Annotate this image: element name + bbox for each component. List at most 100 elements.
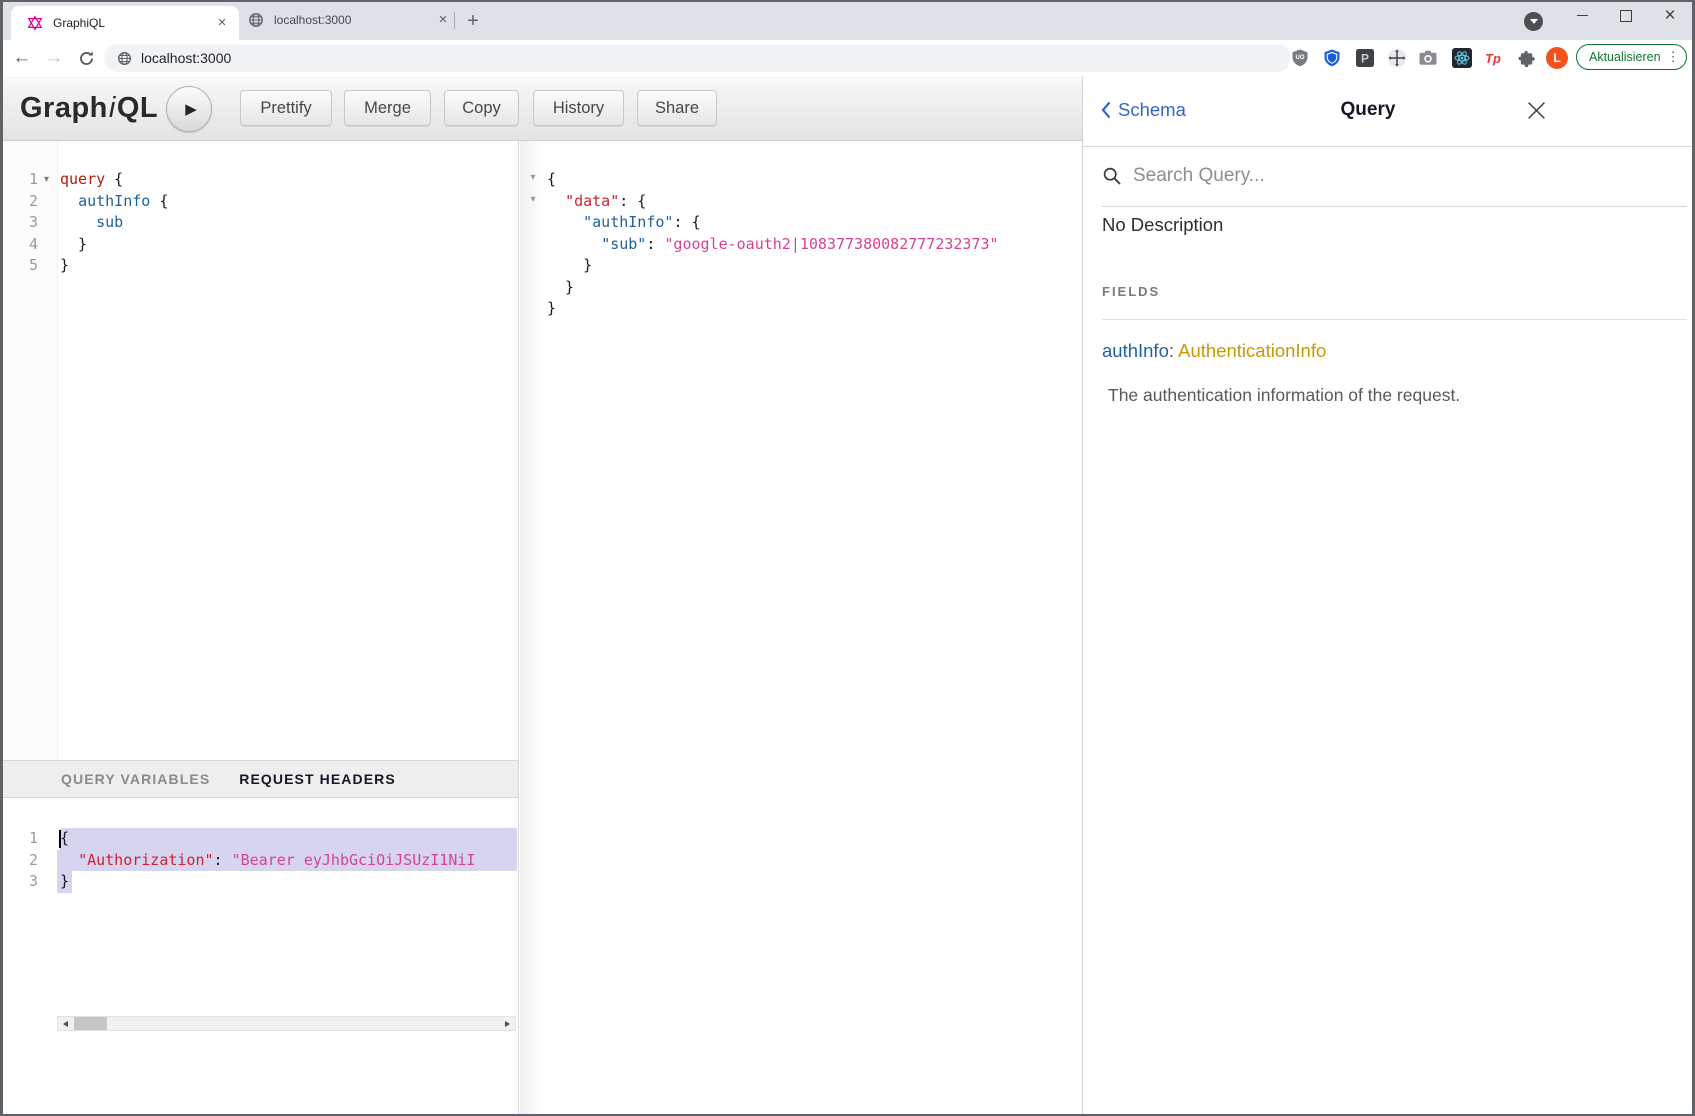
tab-close-icon[interactable]: × <box>434 11 452 29</box>
code-line: "authInfo": { <box>544 212 1081 234</box>
p-extension-icon[interactable]: P <box>1355 48 1375 68</box>
scroll-right-arrow-icon[interactable] <box>500 1017 515 1030</box>
prettify-button[interactable]: Prettify <box>240 90 332 126</box>
forward-button[interactable]: → <box>40 40 68 76</box>
svg-text:UO: UO <box>1296 55 1305 61</box>
text-cursor <box>59 830 61 849</box>
fold-arrow-icon[interactable]: ▾ <box>526 194 540 205</box>
browser-toolbar: ← → localhost:3000 UO P Tp <box>0 40 1695 77</box>
back-button[interactable]: ← <box>8 40 36 76</box>
browser-window: GraphiQL × localhost:3000 × + × ← → <box>0 0 1695 1116</box>
doc-explorer-header: Schema Query <box>1083 76 1695 147</box>
play-icon: ▶ <box>185 100 197 118</box>
tab-search-caret-icon[interactable] <box>1524 12 1543 31</box>
line-number: 5 <box>0 255 38 277</box>
maximize-button[interactable] <box>1604 0 1648 31</box>
code-line: } <box>544 277 1081 299</box>
scrollbar-thumb[interactable] <box>74 1017 107 1030</box>
camera-extension-icon[interactable] <box>1418 48 1438 68</box>
tab-localhost[interactable]: localhost:3000 × <box>232 0 460 40</box>
update-button[interactable]: Aktualisieren ⋮ <box>1576 44 1687 70</box>
line-number: 3 <box>0 212 38 234</box>
code-line: "sub": "google-oauth2|108377380082777232… <box>544 234 1081 256</box>
code-line: { <box>544 169 1081 191</box>
bitwarden-extension-icon[interactable] <box>1322 48 1342 68</box>
fields-category-label: FIELDS <box>1102 284 1160 299</box>
horizontal-scrollbar[interactable] <box>57 1016 516 1031</box>
code-line: } <box>544 255 1081 277</box>
ublock-extension-icon[interactable]: UO <box>1290 48 1310 68</box>
code-line: } <box>544 298 1081 320</box>
code-line: } <box>57 871 517 893</box>
result-viewer: ▾ ▾ { "data": { "authInfo": { "sub": "go… <box>520 141 1081 1116</box>
tab-title: GraphiQL <box>53 16 213 30</box>
code-line: } <box>57 234 518 256</box>
tab-graphiql[interactable]: GraphiQL × <box>11 6 239 40</box>
field-type-separator: : <box>1169 340 1178 361</box>
window-controls: × <box>1560 0 1692 31</box>
line-number: 2 <box>0 850 38 872</box>
category-divider <box>1102 319 1687 320</box>
variables-tab-bar: QUERY VARIABLES REQUEST HEADERS <box>0 760 518 798</box>
history-button[interactable]: History <box>533 90 624 126</box>
line-number: 3 <box>0 871 38 893</box>
doc-title: Query <box>1083 99 1653 121</box>
fold-arrow-icon[interactable]: ▾ <box>38 169 55 191</box>
share-button[interactable]: Share <box>637 90 717 126</box>
doc-close-icon[interactable] <box>1526 100 1547 121</box>
copy-button[interactable]: Copy <box>444 90 519 126</box>
code-line: authInfo { <box>57 191 518 213</box>
tab-request-headers[interactable]: REQUEST HEADERS <box>239 771 396 787</box>
tab-query-variables[interactable]: QUERY VARIABLES <box>61 771 210 787</box>
tab-title: localhost:3000 <box>274 13 434 27</box>
browser-tab-strip: GraphiQL × localhost:3000 × + × <box>0 0 1695 40</box>
profile-avatar[interactable]: L <box>1546 47 1568 69</box>
code-line: query { <box>57 169 518 191</box>
line-number: 4 <box>0 234 38 256</box>
code-line: "Authorization": "Bearer eyJhbGciOiJSUzI… <box>57 850 517 872</box>
fold-arrow-icon[interactable]: ▾ <box>526 172 540 183</box>
field-description: The authentication information of the re… <box>1108 385 1460 406</box>
graphiql-topbar: GraphiQL ▶ Prettify Merge Copy History S… <box>0 76 1082 141</box>
type-description: No Description <box>1102 214 1223 236</box>
line-number: 2 <box>0 191 38 213</box>
tab-close-icon[interactable]: × <box>213 14 231 32</box>
update-button-label: Aktualisieren <box>1589 50 1661 64</box>
doc-search-input[interactable] <box>1131 164 1687 188</box>
code-line: sub <box>57 212 518 234</box>
field-authinfo-link[interactable]: authInfo <box>1102 340 1169 361</box>
globe-icon <box>248 12 264 28</box>
graphiql-logo-icon <box>27 15 43 31</box>
tab-separator <box>454 12 455 29</box>
site-globe-icon <box>117 51 132 66</box>
line-number: 1 <box>0 828 38 850</box>
documentation-explorer: Schema Query No Description FIELDS authI… <box>1082 76 1695 1116</box>
execute-button[interactable]: ▶ <box>166 86 212 132</box>
tampermonkey-extension-icon[interactable]: Tp <box>1483 48 1503 68</box>
menu-kebab-icon: ⋮ <box>1667 49 1680 65</box>
request-headers-editor[interactable]: 1 2 3 { "Authorization": "Bearer eyJhbGc… <box>0 798 517 1052</box>
address-bar[interactable]: localhost:3000 <box>104 44 1291 72</box>
code-line: } <box>57 255 518 277</box>
query-editor[interactable]: 1▾ 2 3 4 5 query { authInfo { sub } } <box>0 141 519 760</box>
variables-panel: QUERY VARIABLES REQUEST HEADERS 1 2 3 { … <box>0 760 519 1116</box>
scroll-left-arrow-icon[interactable] <box>58 1017 73 1030</box>
address-url: localhost:3000 <box>141 50 231 66</box>
merge-button[interactable]: Merge <box>344 90 431 126</box>
close-window-button[interactable]: × <box>1648 0 1692 31</box>
doc-search-box[interactable] <box>1102 146 1687 207</box>
reload-button[interactable] <box>72 40 100 76</box>
graphiql-logo: GraphiQL <box>20 76 158 140</box>
code-line: { <box>57 828 517 850</box>
line-number: 1 <box>0 169 38 191</box>
code-line: "data": { <box>544 191 1081 213</box>
minimize-button[interactable] <box>1560 0 1604 31</box>
extensions-puzzle-icon[interactable] <box>1517 48 1537 68</box>
svg-text:P: P <box>1361 52 1369 66</box>
search-icon <box>1102 166 1122 186</box>
type-authenticationinfo-link[interactable]: AuthenticationInfo <box>1178 340 1326 361</box>
crosshair-extension-icon[interactable] <box>1387 48 1407 68</box>
new-tab-button[interactable]: + <box>461 9 485 33</box>
react-devtools-extension-icon[interactable] <box>1452 48 1472 68</box>
field-row: authInfo: AuthenticationInfo <box>1102 340 1326 362</box>
